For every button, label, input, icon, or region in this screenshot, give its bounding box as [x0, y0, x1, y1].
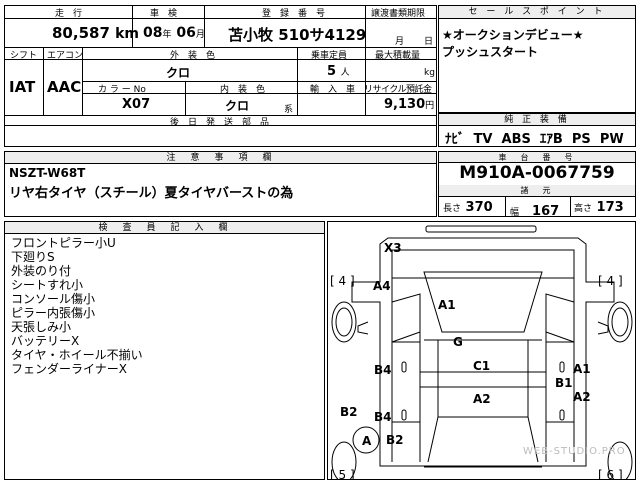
inspector-label: 検 査 員 記 入 欄 — [5, 222, 324, 234]
car-diagram — [331, 225, 633, 479]
inspector-line: 天張しみ小 — [11, 320, 72, 334]
height-field: 高さ 173 — [574, 200, 624, 215]
shift-value: IAT — [9, 78, 36, 96]
diagram-mark: B2 — [340, 405, 358, 419]
notes-box: 注 意 事 項 欄 NSZT-W68T リヤ右タイヤ（スチール）夏タイヤバースト… — [4, 151, 437, 217]
transfer-deadline-label: 譲渡書類期限 — [371, 9, 426, 19]
mileage-label: 走 行 — [55, 9, 83, 19]
watermark: WEB-STUDIO.PRO — [523, 446, 626, 457]
sales-point-label: セ ー ル ス ポ イ ン ト — [439, 6, 635, 19]
car-diagram-box: X3 A4 A1 G C1 A2 B4 B4 B2 B2 A A1 B1 A2 … — [327, 221, 636, 480]
inspection-value: 08年 06月 — [143, 25, 205, 41]
sales-point-line-2: プッシュスタート — [442, 45, 539, 59]
capacity-label: 乗車定員 — [311, 51, 348, 61]
inspector-line: シートすれ小 — [11, 278, 84, 292]
inspector-line: タイヤ・ホイール不揃い — [11, 348, 143, 362]
inspector-line: コンソール傷小 — [11, 292, 96, 306]
width-field: 幅 167 — [510, 204, 560, 219]
chassis-box: 車 台 番 号 M910A-0067759 諸 元 長さ 370 幅 167 高… — [438, 151, 636, 219]
sales-point-line-1: ★オークションデビュー★ — [442, 28, 584, 42]
inspector-line: ピラー内張傷小 — [11, 306, 96, 320]
mileage-value: 80,587 km — [52, 24, 140, 42]
capacity-value: 5 人 — [327, 64, 350, 79]
inspection-label: 車 検 — [150, 9, 178, 19]
diagram-mark: A1 — [438, 298, 456, 312]
inspector-line: フェンダーライナーX — [11, 362, 127, 376]
diagram-mark-circled: A — [362, 434, 372, 448]
length-field: 長さ 370 — [443, 200, 493, 215]
chassis-label: 車 台 番 号 — [439, 152, 635, 163]
sales-point-box: セ ー ル ス ポ イ ン ト ★オークションデビュー★ プッシュスタート — [438, 5, 636, 113]
ext-color-label: 外 装 色 — [170, 51, 216, 61]
equipment-label: 純 正 装 備 — [439, 114, 635, 126]
tire-label-front-left: [ 4 ] — [330, 274, 355, 288]
ac-label: エアコン — [47, 51, 84, 61]
transfer-day-unit: 日 — [424, 37, 434, 47]
max-load-label: 最大積載量 — [375, 51, 421, 61]
tire-label-rear-right: [ 6 ] — [598, 468, 623, 480]
diagram-mark: B4 — [374, 410, 392, 424]
notes-line-2: リヤ右タイヤ（スチール）夏タイヤバーストの為 — [9, 186, 294, 201]
inspector-line: バッテリーX — [11, 334, 80, 348]
equipment-box: 純 正 装 備 ﾅﾋﾞ TV ABS ｴｱB PS PW — [438, 113, 636, 147]
max-load-unit: kg — [424, 68, 435, 78]
diagram-mark: C1 — [473, 359, 491, 373]
front-bumper-shape — [425, 225, 537, 233]
recycle-value: 9,130円 — [384, 97, 435, 112]
diagram-mark: B2 — [386, 433, 404, 447]
int-color-value: クロ — [225, 99, 250, 113]
tire-label-rear-left: [ 5 ] — [330, 468, 355, 480]
color-no-value: X07 — [122, 97, 151, 112]
shift-label: シフト — [10, 51, 38, 61]
recycle-label: リサイクル預託金 — [364, 85, 432, 95]
diagram-mark: A2 — [573, 390, 591, 404]
dims-label: 諸 元 — [439, 185, 635, 196]
diagram-mark: A1 — [573, 362, 591, 376]
chassis-value: M910A-0067759 — [459, 163, 615, 183]
inspector-line: フロントピラー小U — [11, 236, 116, 250]
int-color-unit: 系 — [284, 105, 294, 115]
import-label: 輸 入 車 — [310, 85, 356, 95]
notes-label: 注 意 事 項 欄 — [5, 152, 436, 164]
transfer-month-unit: 月 — [395, 37, 405, 47]
diagram-mark: B4 — [374, 363, 392, 377]
registration-value: 苫小牧 510サ4129 — [228, 26, 367, 44]
inspector-line: 下廻りS — [11, 250, 55, 264]
diagram-mark: X3 — [384, 241, 402, 255]
registration-label: 登 録 番 号 — [262, 9, 326, 19]
equipment-items: ﾅﾋﾞ TV ABS ｴｱB PS PW — [445, 132, 624, 147]
ext-color-value: クロ — [166, 66, 191, 80]
color-no-label: カ ラ ー No — [98, 85, 146, 95]
accessories-label: 後 日 発 送 部 品 — [170, 118, 270, 128]
tire-label-front-right: [ 4 ] — [598, 274, 623, 288]
diagram-mark: G — [453, 335, 463, 349]
ac-value: AAC — [47, 78, 82, 96]
inspector-box: 検 査 員 記 入 欄 フロントピラー小U 下廻りS 外装のり付 シートすれ小 … — [4, 221, 325, 480]
notes-line-1: NSZT-W68T — [9, 166, 86, 180]
diagram-mark: A2 — [473, 392, 491, 406]
inspector-line: 外装のり付 — [11, 264, 72, 278]
int-color-label: 内 装 色 — [220, 85, 266, 95]
diagram-mark: B1 — [555, 376, 573, 390]
diagram-mark: A4 — [373, 279, 391, 293]
